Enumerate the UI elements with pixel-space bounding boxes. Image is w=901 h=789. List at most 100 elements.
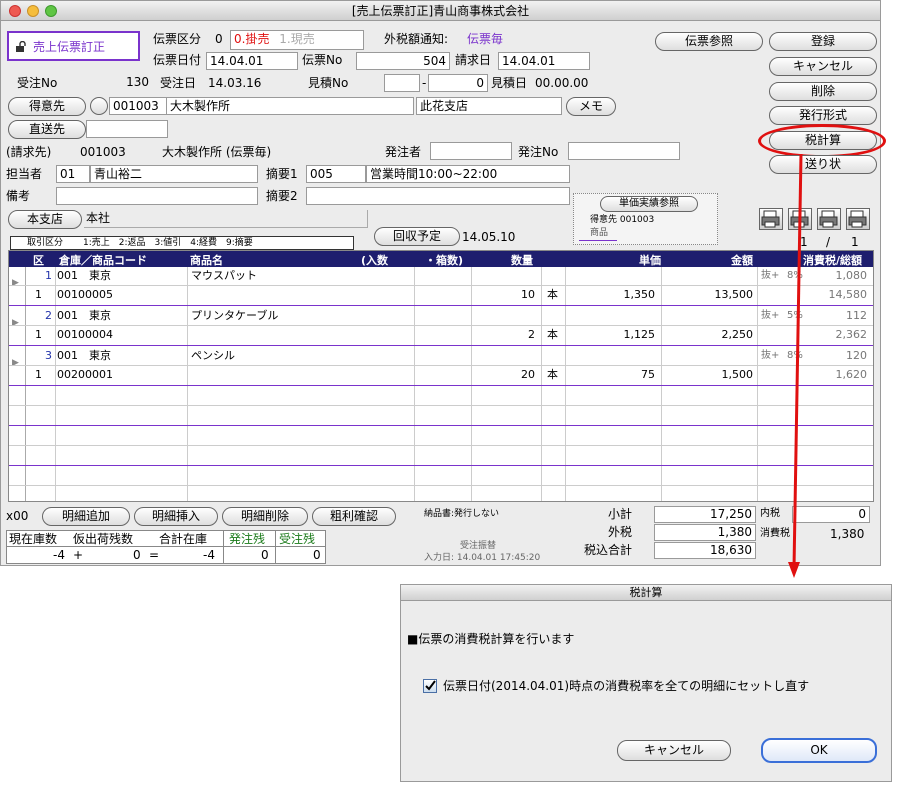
print-icon-3[interactable] [817, 208, 841, 230]
window-title: [売上伝票訂正]青山商事株式会社 [351, 4, 530, 18]
meisai-sakujo-button[interactable]: 明細削除 [222, 507, 308, 526]
col-soko: 倉庫／商品コード [59, 254, 147, 267]
tokuisaki-search-toggle[interactable] [90, 97, 108, 115]
chokusosaki-button[interactable]: 直送先 [8, 120, 86, 139]
gaizei-notice-value: 伝票毎 [467, 32, 504, 46]
honshiten-field[interactable] [84, 210, 368, 228]
lock-open-icon [16, 41, 26, 52]
zeikomi-field: 18,630 [654, 542, 756, 559]
tanka: 1,125 [623, 328, 656, 341]
tekiyo1-label: 摘要1 [266, 167, 298, 181]
zaiko-h3: 合計在庫 [159, 532, 208, 546]
tani: 本 [547, 368, 558, 381]
mode-badge: 売上伝票訂正 [7, 31, 140, 61]
kaishu-date: 14.05.10 [462, 230, 516, 244]
juchu-no-label: 受注No [17, 76, 58, 90]
kubun: 1 [35, 368, 42, 381]
cancel-button[interactable]: キャンセル [769, 57, 877, 76]
zaiko-plus: + [73, 548, 84, 562]
zaiko-v3: -4 [203, 548, 215, 562]
biko-field[interactable] [56, 187, 258, 205]
denpyo-date-field[interactable]: 14.04.01 [206, 52, 298, 70]
meisai-sonyu-button[interactable]: 明細挿入 [134, 507, 218, 526]
shohin-code: 00200001 [57, 368, 113, 381]
meisai-tsuika-button[interactable]: 明細追加 [42, 507, 130, 526]
kubun-option-selector[interactable]: 0.掛売 1.現売 [230, 30, 364, 50]
denpyo-no-field[interactable]: 504 [356, 52, 450, 70]
tani: 本 [547, 288, 558, 301]
col-suryo: 数量 [511, 254, 533, 267]
arari-kakunin-button[interactable]: 粗利確認 [312, 507, 396, 526]
mitsumori-no-label: 見積No [308, 76, 349, 90]
col-kingaku: 金額 [731, 254, 753, 267]
soko-code: 001 [57, 269, 78, 282]
tanka: 75 [641, 368, 655, 381]
gaizei-notice-label: 外税額通知: [384, 32, 449, 46]
checkbox-label[interactable]: 伝票日付(2014.04.01)時点の消費税率を全ての明細にセットし直す [443, 678, 809, 694]
dialog-cancel-button[interactable]: キャンセル [617, 740, 731, 761]
tantosha-label: 担当者 [6, 167, 43, 181]
torihiki-kubun-box: 取引区分 1:売上 2:返品 3:値引 4:経費 9:摘要 [10, 236, 354, 250]
kaishu-yotei-button[interactable]: 回収予定 [374, 227, 460, 246]
soko-code: 001 [57, 349, 78, 362]
reset-tax-rate-checkbox[interactable] [423, 679, 437, 693]
tokuisaki-name-field[interactable]: 大木製作所 [166, 97, 414, 115]
tekiyo1-code-field[interactable]: 005 [306, 165, 366, 183]
callout-arrow [788, 153, 803, 578]
tekiyo2-label: 摘要2 [266, 189, 298, 203]
row-group-divider [9, 345, 873, 346]
shohizei-value: 1,380 [830, 527, 865, 541]
denpyo-sansho-button[interactable]: 伝票参照 [655, 32, 763, 51]
denpyo-no-value: 504 [423, 54, 446, 68]
minimize-window-icon[interactable] [27, 5, 39, 17]
tekiyo1-text-field[interactable]: 営業時間10:00~22:00 [366, 165, 570, 183]
toroku-button[interactable]: 登録 [769, 32, 877, 51]
juchu-no-field[interactable]: 130 [60, 74, 152, 92]
tax-amount: 1,080 [835, 269, 868, 282]
shohin-code: 00100005 [57, 288, 113, 301]
gaizei-field: 1,380 [654, 524, 756, 541]
close-window-icon[interactable] [9, 5, 21, 17]
tokuisaki-button[interactable]: 得意先 [8, 97, 86, 116]
honshiten-button[interactable]: 本支店 [8, 210, 82, 229]
tantosha-code-field[interactable]: 01 [56, 165, 90, 183]
shokei-label: 小計 [608, 507, 633, 521]
row-divider [9, 285, 873, 286]
shokei-field: 17,250 [654, 506, 756, 523]
dialog-heading: ■伝票の消費税計算を行います [407, 632, 575, 646]
hacchu-no-field[interactable] [568, 142, 680, 160]
mitsumori-no-prefix-field[interactable] [384, 74, 420, 92]
seikyu-date-field[interactable]: 14.04.01 [498, 52, 590, 70]
zeikeisan-highlight-ellipse [758, 124, 886, 158]
tanka-jisseki-button[interactable]: 単価実績参照 [600, 196, 698, 212]
hacchusha-label: 発注者 [385, 145, 422, 159]
dialog-ok-button[interactable]: OK [761, 738, 877, 763]
mitsumori-no-dash: - [422, 76, 427, 90]
chokusosaki-code-field[interactable] [86, 120, 168, 138]
page-sep: / [826, 235, 831, 249]
col-zei: 消費税/総額 [803, 254, 863, 267]
kingaku: 1,500 [721, 368, 754, 381]
hakko-keishiki-button[interactable]: 発行形式 [769, 106, 877, 125]
sakujo-button[interactable]: 削除 [769, 82, 877, 101]
denpyo-no-label: 伝票No [302, 53, 343, 67]
zoom-window-icon[interactable] [45, 5, 57, 17]
tokuisaki-branch-field[interactable]: 此花支店 [416, 97, 562, 115]
total: 1,620 [835, 368, 868, 381]
shohin-name: ペンシル [191, 349, 235, 362]
mitsumori-date-label: 見積日 [491, 76, 528, 90]
nohinsho-status: 納品書:発行しない [424, 509, 500, 519]
hacchusha-field[interactable] [430, 142, 512, 160]
print-icon-4[interactable] [846, 208, 870, 230]
col-hakosu: ・箱数) [425, 254, 464, 267]
tantosha-name-field[interactable]: 青山裕二 [90, 165, 258, 183]
tekiyo2-field[interactable] [306, 187, 570, 205]
memo-button[interactable]: メモ [566, 97, 616, 116]
kingaku: 2,250 [721, 328, 754, 341]
zaiko-h4: 発注残 [229, 532, 266, 546]
mitsumori-no-field[interactable]: 0 [428, 74, 488, 92]
tokuisaki-code-field[interactable]: 001003 [109, 97, 167, 115]
tax-type: 抜+ [761, 270, 780, 281]
naizei-value: 0 [858, 507, 866, 521]
biko-label: 備考 [6, 189, 31, 203]
